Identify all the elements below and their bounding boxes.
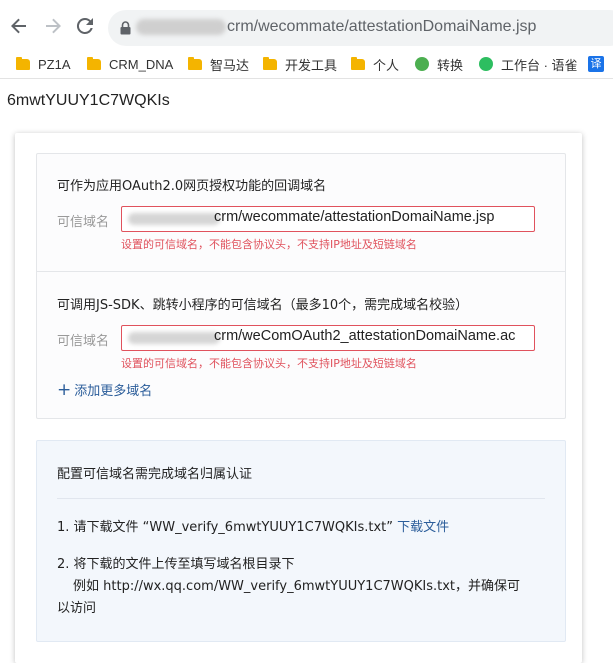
oauth-domain-label: 可信域名 bbox=[57, 215, 110, 230]
download-file-link[interactable]: 下载文件 bbox=[397, 520, 449, 535]
url-text: crm/wecommate/attestationDomaiName.jsp bbox=[227, 18, 537, 35]
corp-id-text: 6mwtYUUY1C7WQKIs bbox=[7, 92, 170, 109]
add-more-domains-link[interactable]: + 添加更多域名 bbox=[57, 380, 152, 399]
folder-icon bbox=[351, 56, 365, 70]
redacted-host bbox=[128, 332, 220, 344]
redacted-host bbox=[128, 213, 220, 225]
bookmark-yuque[interactable]: 工作台 · 语雀 bbox=[479, 55, 578, 73]
jssdk-domain-input[interactable]: crm/weComOAuth2_attestationDomaiName.ac bbox=[121, 325, 535, 351]
domain-settings-card: 可作为应用OAuth2.0网页授权功能的回调域名 可信域名 crm/wecomm… bbox=[15, 133, 582, 663]
address-bar[interactable]: crm/wecommate/attestationDomaiName.jsp bbox=[108, 10, 613, 46]
bookmark-zhimada[interactable]: 智马达 bbox=[188, 55, 249, 73]
translate-icon: 译 bbox=[588, 56, 604, 72]
verification-divider bbox=[57, 498, 545, 499]
oauth-section-title: 可作为应用OAuth2.0网页授权功能的回调域名 bbox=[57, 179, 327, 194]
section-divider bbox=[37, 271, 565, 272]
frog-icon bbox=[415, 57, 429, 71]
verification-step-1: 1. 请下载文件 “WW_verify_6mwtYUUY1C7WQKIs.txt… bbox=[57, 520, 450, 535]
verification-step-2: 2. 将下载的文件上传至填写域名根目录下 例如 http://wx.qq.com… bbox=[57, 557, 521, 616]
folder-icon bbox=[16, 56, 30, 70]
plus-icon: + bbox=[57, 379, 72, 400]
bookmark-convert[interactable]: 转换 bbox=[415, 55, 463, 73]
forward-button[interactable] bbox=[42, 15, 64, 37]
bookmarks-bar: PZ1A CRM_DNA 智马达 开发工具 个人 转换 工作台 · 语雀 译 bbox=[0, 50, 613, 79]
jssdk-section-title: 可调用JS-SDK、跳转小程序的可信域名（最多10个，需完成域名校验） bbox=[57, 298, 469, 313]
jssdk-domain-label: 可信域名 bbox=[57, 334, 110, 349]
jssdk-error-text: 设置的可信域名，不能包含协议头，不支持IP地址及短链域名 bbox=[121, 357, 417, 370]
domain-verification-panel: 配置可信域名需完成域名归属认证 1. 请下载文件 “WW_verify_6mwt… bbox=[36, 440, 566, 642]
oauth-domain-input[interactable]: crm/wecommate/attestationDomaiName.jsp bbox=[121, 206, 535, 232]
verification-title: 配置可信域名需完成域名归属认证 bbox=[57, 467, 253, 482]
reload-icon bbox=[76, 17, 93, 34]
browser-toolbar: crm/wecommate/attestationDomaiName.jsp bbox=[0, 0, 613, 50]
bookmark-crm-dna[interactable]: CRM_DNA bbox=[87, 55, 173, 73]
lock-icon bbox=[120, 21, 131, 35]
back-button[interactable] bbox=[8, 15, 30, 37]
reload-button[interactable] bbox=[74, 15, 96, 37]
forward-arrow-icon bbox=[46, 18, 61, 34]
trusted-domains-panel: 可作为应用OAuth2.0网页授权功能的回调域名 可信域名 crm/wecomm… bbox=[36, 153, 566, 419]
bookmark-personal[interactable]: 个人 bbox=[351, 55, 399, 73]
yuque-icon bbox=[479, 57, 493, 71]
oauth-error-text: 设置的可信域名，不能包含协议头，不支持IP地址及短链域名 bbox=[121, 238, 417, 251]
folder-icon bbox=[188, 56, 202, 70]
folder-icon bbox=[263, 56, 277, 70]
folder-icon bbox=[87, 56, 101, 70]
bookmark-pz1a[interactable]: PZ1A bbox=[16, 55, 71, 73]
bookmark-translate[interactable]: 译 bbox=[588, 55, 604, 73]
bookmark-dev-tools[interactable]: 开发工具 bbox=[263, 55, 337, 73]
redacted-host bbox=[136, 19, 226, 35]
back-arrow-icon bbox=[11, 18, 26, 34]
